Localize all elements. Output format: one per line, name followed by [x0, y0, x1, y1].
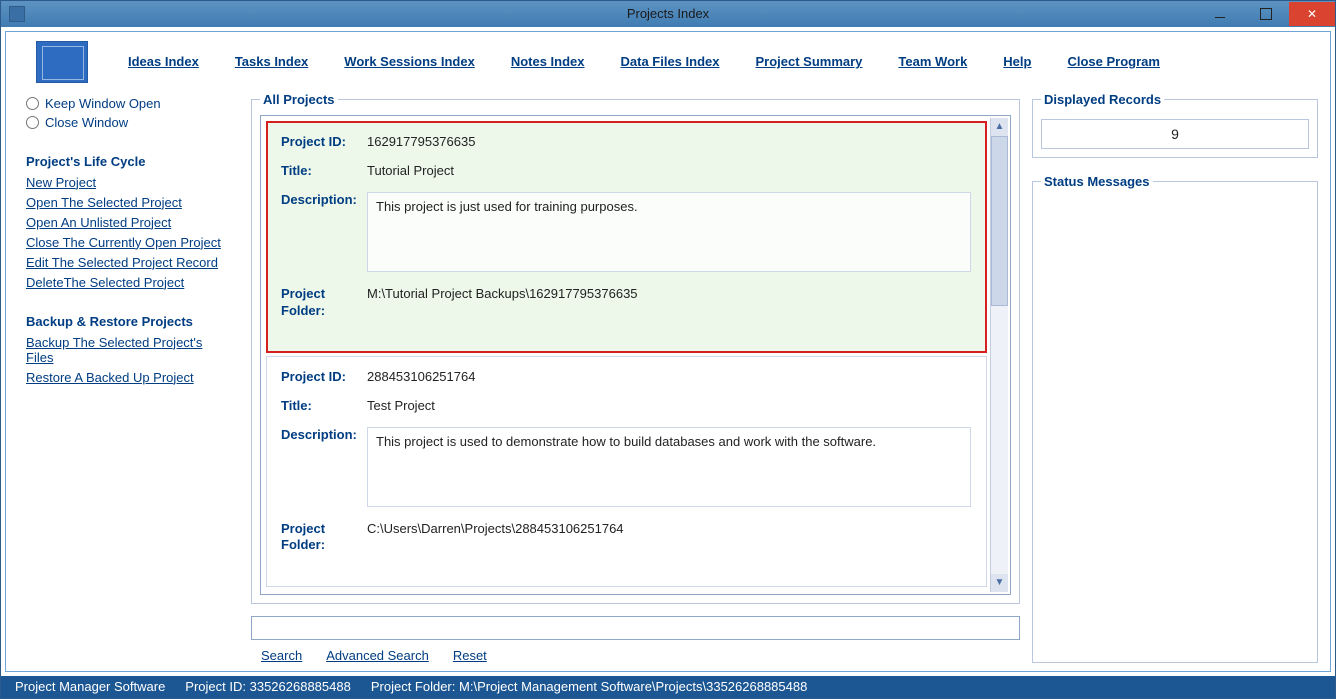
maximize-button[interactable]	[1243, 2, 1289, 26]
status-app-name: Project Manager Software	[15, 679, 165, 694]
project-folder-value: C:\Users\Darren\Projects\288453106251764	[367, 521, 624, 555]
status-messages-legend: Status Messages	[1041, 174, 1153, 189]
projects-list: Project ID: 162917795376635 Title: Tutor…	[263, 118, 990, 592]
restore-backup-link[interactable]: Restore A Backed Up Project	[26, 370, 233, 385]
close-window-radio[interactable]	[26, 116, 39, 129]
status-messages-area	[1041, 197, 1309, 627]
close-current-project-link[interactable]: Close The Currently Open Project	[26, 235, 233, 250]
project-id-value: 288453106251764	[367, 369, 475, 384]
minimize-button[interactable]	[1197, 2, 1243, 26]
delete-selected-project-link[interactable]: DeleteThe Selected Project	[26, 275, 233, 290]
project-title-label: Title:	[281, 398, 367, 413]
project-desc-value: This project is just used for training p…	[367, 192, 971, 272]
project-desc-label: Description:	[281, 192, 367, 272]
displayed-records-group: Displayed Records 9	[1032, 92, 1318, 158]
new-project-link[interactable]: New Project	[26, 175, 233, 190]
keep-window-open-label: Keep Window Open	[45, 96, 161, 111]
menu-team-work[interactable]: Team Work	[898, 54, 967, 69]
displayed-records-count: 9	[1041, 119, 1309, 149]
menu-tasks-index[interactable]: Tasks Index	[235, 54, 308, 69]
menu-close-program[interactable]: Close Program	[1067, 54, 1159, 69]
projects-scrollbar[interactable]: ▲ ▼	[990, 118, 1008, 592]
app-logo	[36, 41, 88, 83]
search-link[interactable]: Search	[261, 648, 302, 663]
menubar: Ideas Index Tasks Index Work Sessions In…	[6, 32, 1330, 92]
displayed-records-legend: Displayed Records	[1041, 92, 1164, 107]
scrollbar-thumb[interactable]	[991, 136, 1008, 306]
project-desc-value: This project is used to demonstrate how …	[367, 427, 971, 507]
close-window-label: Close Window	[45, 115, 128, 130]
reset-link[interactable]: Reset	[453, 648, 487, 663]
all-projects-legend: All Projects	[260, 92, 338, 107]
close-button[interactable]	[1289, 2, 1335, 26]
titlebar: Projects Index	[1, 1, 1335, 27]
sidebar: Keep Window Open Close Window Project's …	[6, 92, 241, 671]
project-folder-value: M:\Tutorial Project Backups\162917795376…	[367, 286, 638, 320]
project-folder-label: Project Folder:	[281, 286, 367, 320]
backup-heading: Backup & Restore Projects	[26, 314, 233, 329]
status-project-id: Project ID: 33526268885488	[185, 679, 351, 694]
project-title-value: Test Project	[367, 398, 435, 413]
project-id-label: Project ID:	[281, 369, 367, 384]
menu-data-files-index[interactable]: Data Files Index	[621, 54, 720, 69]
window-title: Projects Index	[627, 6, 709, 21]
project-card[interactable]: Project ID: 288453106251764 Title: Test …	[266, 356, 987, 588]
keep-window-open-radio[interactable]	[26, 97, 39, 110]
life-cycle-heading: Project's Life Cycle	[26, 154, 233, 169]
menu-notes-index[interactable]: Notes Index	[511, 54, 585, 69]
project-desc-label: Description:	[281, 427, 367, 507]
open-selected-project-link[interactable]: Open The Selected Project	[26, 195, 233, 210]
all-projects-group: All Projects Project ID: 162917795376635…	[251, 92, 1020, 604]
advanced-search-link[interactable]: Advanced Search	[326, 648, 429, 663]
app-icon	[9, 6, 25, 22]
edit-selected-project-link[interactable]: Edit The Selected Project Record	[26, 255, 233, 270]
search-input[interactable]	[251, 616, 1020, 640]
project-title-value: Tutorial Project	[367, 163, 454, 178]
project-id-value: 162917795376635	[367, 134, 475, 149]
backup-selected-link[interactable]: Backup The Selected Project's Files	[26, 335, 233, 365]
scroll-down-icon[interactable]: ▼	[991, 574, 1008, 592]
menu-ideas-index[interactable]: Ideas Index	[128, 54, 199, 69]
status-messages-group: Status Messages	[1032, 174, 1318, 663]
scroll-up-icon[interactable]: ▲	[991, 118, 1008, 136]
open-unlisted-project-link[interactable]: Open An Unlisted Project	[26, 215, 233, 230]
menu-project-summary[interactable]: Project Summary	[755, 54, 862, 69]
project-folder-label: Project Folder:	[281, 521, 367, 555]
project-title-label: Title:	[281, 163, 367, 178]
menu-work-sessions-index[interactable]: Work Sessions Index	[344, 54, 475, 69]
window-controls	[1197, 2, 1335, 26]
project-card[interactable]: Project ID: 162917795376635 Title: Tutor…	[266, 121, 987, 353]
menu-help[interactable]: Help	[1003, 54, 1031, 69]
status-project-folder: Project Folder: M:\Project Management So…	[371, 679, 808, 694]
statusbar: Project Manager Software Project ID: 335…	[1, 676, 1335, 698]
project-id-label: Project ID:	[281, 134, 367, 149]
